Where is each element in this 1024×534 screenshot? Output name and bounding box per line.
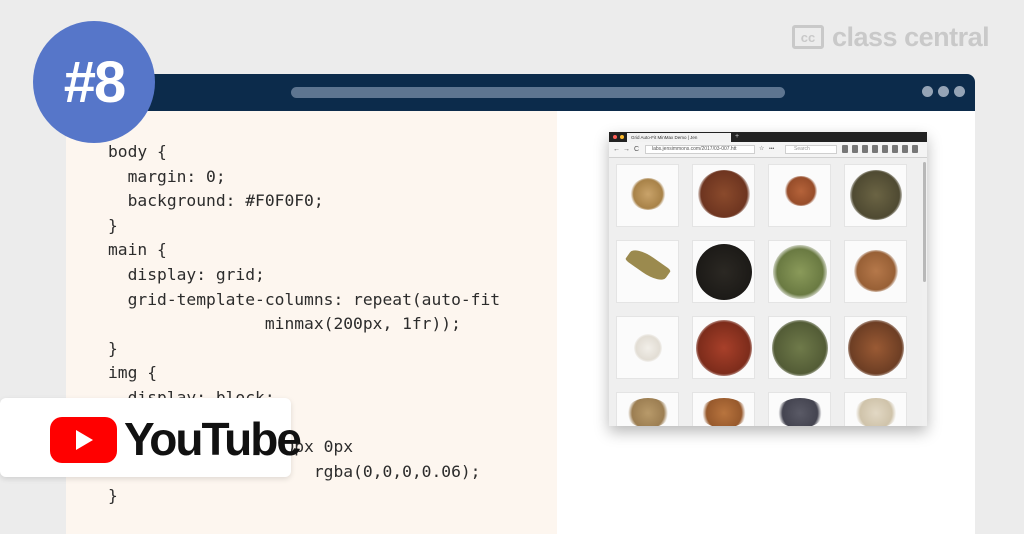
window-titlebar xyxy=(66,74,975,111)
toolbar-icon[interactable] xyxy=(862,145,868,153)
new-tab-button[interactable]: + xyxy=(735,132,739,142)
code-line: } xyxy=(108,486,118,506)
code-line: background: #F0F0F0; xyxy=(108,191,324,211)
toolbar-icon[interactable] xyxy=(902,145,908,153)
youtube-wordmark: YouTube xyxy=(124,413,302,465)
close-dot-icon[interactable] xyxy=(613,135,617,139)
code-line: } xyxy=(108,338,118,358)
code-line: display: grid; xyxy=(108,264,265,284)
toolbar-icon[interactable] xyxy=(872,145,878,153)
minimize-dot-icon[interactable] xyxy=(620,135,624,139)
address-bar[interactable] xyxy=(291,87,785,98)
code-line: grid-template-columns: repeat(auto-fit xyxy=(108,289,501,309)
spice-image xyxy=(768,392,831,426)
forward-arrow-icon[interactable]: → xyxy=(623,145,630,154)
spice-image xyxy=(844,392,907,426)
spice-image xyxy=(692,316,755,379)
spice-image xyxy=(844,240,907,303)
spice-image xyxy=(692,240,755,303)
window-dot-icon[interactable] xyxy=(954,86,965,97)
class-central-logo: cc class central xyxy=(792,21,990,52)
toolbar-icon[interactable] xyxy=(842,145,848,153)
spice-image xyxy=(616,240,679,303)
spice-image xyxy=(616,164,679,227)
spice-image xyxy=(692,164,755,227)
demo-scrollbar[interactable] xyxy=(922,158,927,426)
back-arrow-icon[interactable]: ← xyxy=(613,145,620,154)
demo-tab-bar: Grid Auto-Fit MinMax Demo | Jen + xyxy=(609,132,927,142)
window-dot-icon[interactable] xyxy=(922,86,933,97)
spice-image xyxy=(616,392,679,426)
spice-image xyxy=(768,240,831,303)
youtube-card[interactable]: YouTube xyxy=(0,398,302,477)
code-line: margin: 0; xyxy=(108,166,226,186)
code-line: body { xyxy=(108,142,167,161)
toolbar-icon[interactable] xyxy=(882,145,888,153)
demo-tab[interactable]: Grid Auto-Fit MinMax Demo | Jen xyxy=(627,133,731,142)
demo-search-field[interactable]: Search xyxy=(785,145,837,154)
bookmark-star-icon[interactable]: ☆ xyxy=(759,145,764,154)
code-line: minmax(200px, 1fr)); xyxy=(108,314,461,334)
preview-pane: Grid Auto-Fit MinMax Demo | Jen + ← → C … xyxy=(557,111,975,534)
spice-image xyxy=(692,392,755,426)
youtube-play-icon xyxy=(50,417,117,463)
window-dot-icon[interactable] xyxy=(938,86,949,97)
demo-url-field[interactable]: labs.jensimmons.com/2017/03-007.htt xyxy=(645,145,755,154)
spice-image xyxy=(768,164,831,227)
class-central-mark-icon: cc xyxy=(792,25,824,49)
code-line: } xyxy=(108,215,118,235)
code-line: img { xyxy=(108,363,158,383)
rank-badge: #8 xyxy=(33,21,155,143)
class-central-wordmark: class central xyxy=(832,21,990,52)
spice-image-grid xyxy=(609,158,922,426)
demo-toolbar-icons xyxy=(842,145,918,153)
demo-nav-bar: ← → C labs.jensimmons.com/2017/03-007.ht… xyxy=(609,142,927,158)
window-controls xyxy=(922,86,965,97)
spice-image xyxy=(844,316,907,379)
spice-image xyxy=(616,316,679,379)
toolbar-icon[interactable] xyxy=(852,145,858,153)
code-line: main { xyxy=(108,240,167,260)
toolbar-icon[interactable] xyxy=(912,145,918,153)
toolbar-icon[interactable] xyxy=(892,145,898,153)
spice-image xyxy=(768,316,831,379)
demo-browser-screenshot: Grid Auto-Fit MinMax Demo | Jen + ← → C … xyxy=(609,132,927,426)
reload-icon[interactable]: C xyxy=(634,145,639,154)
spice-image xyxy=(844,164,907,227)
page-actions-icon[interactable]: ••• xyxy=(769,145,774,154)
scrollbar-thumb[interactable] xyxy=(923,162,926,282)
